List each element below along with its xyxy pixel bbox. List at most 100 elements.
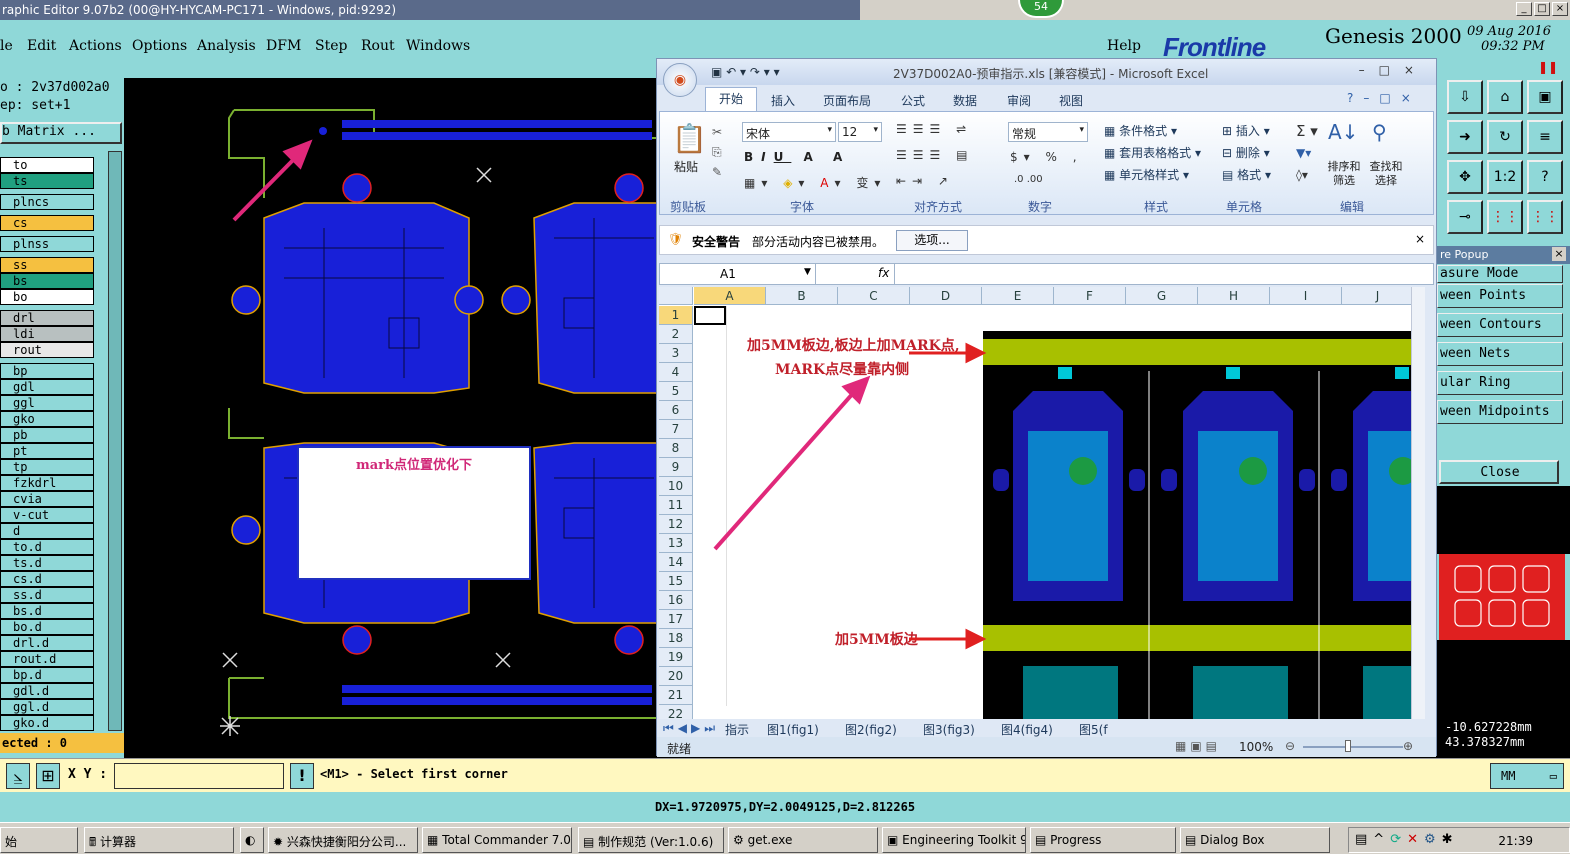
task-item-7[interactable]: ▤ Progress [1030,827,1176,853]
net-icon[interactable]: ⋮⋮ [1527,200,1563,234]
clear-icon[interactable]: ◊▾ [1296,168,1308,182]
border-fill-icons[interactable]: ▦▾ ◈▾ A▾ 变▾ [744,174,886,191]
popup-close-button[interactable]: Close [1439,460,1559,484]
layer-tp[interactable]: tp [0,459,94,475]
excel-window-controls[interactable]: –□× [1359,63,1428,77]
layer-ggl[interactable]: ggl [0,395,94,411]
sheet-tab-5[interactable]: 图5(f [1079,721,1108,738]
menu-actions[interactable]: Actions [69,38,122,54]
conditional-format-button[interactable]: ▦ 条件格式 ▾ [1104,122,1177,139]
decimal-icons[interactable]: .0 .00 [1014,174,1043,185]
sheet-tab-4[interactable]: 图4(fig4) [1001,721,1053,738]
mode-points[interactable]: ween Points [1437,284,1563,308]
task-item-0[interactable]: 🖩 计算器 [84,827,234,853]
menu-rout[interactable]: Rout [361,38,395,54]
layer-scrollbar[interactable] [108,151,122,731]
layer-v-cut[interactable]: v-cut [0,507,94,523]
pan-icon[interactable]: ✥ [1447,160,1483,194]
help-icon[interactable]: ? [1527,160,1563,194]
menu-edit[interactable]: Edit [27,38,56,54]
measure-tool-icon[interactable]: ⦥ [6,763,30,789]
mode-nets[interactable]: ween Nets [1437,342,1563,366]
tab-review[interactable]: 审阅 [1007,92,1031,109]
layer-gdl[interactable]: gdl [0,379,94,395]
security-options-button[interactable]: 选项... [896,230,968,251]
layer-drl-d[interactable]: drl.d [0,635,94,651]
mode-annular-ring[interactable]: ular Ring [1437,371,1563,395]
layer-cvia[interactable]: cvia [0,491,94,507]
layer-cs-d[interactable]: cs.d [0,571,94,587]
layer-bp-d[interactable]: bp.d [0,667,94,683]
number-style-icons[interactable]: $▾ % , [1010,150,1083,164]
zoom-thumb[interactable] [1345,740,1351,752]
layer-ss-d[interactable]: ss.d [0,587,94,603]
task-item-6[interactable]: ▣ Engineering Toolkit 9.0... [882,827,1026,853]
table-format-button[interactable]: ▦ 套用表格格式 ▾ [1104,144,1201,161]
start-button[interactable]: 始 [0,827,78,853]
layer-drl[interactable]: drl [0,310,94,326]
ribbon-help-icons[interactable]: ?–□× [1347,91,1421,105]
office-button[interactable]: ◉ [663,63,697,97]
layer-bp[interactable]: bp [0,363,94,379]
quick-access-icons[interactable]: ▣ ↶ ▾ ↷ ▾ ▾ [711,65,780,79]
task-item-1[interactable]: ◐ [240,827,264,853]
layer-to-d[interactable]: to.d [0,539,94,555]
drill-icon[interactable]: ⋮⋮ [1487,200,1523,234]
layer-fzkdrl[interactable]: fzkdrl [0,475,94,491]
layer-plncs[interactable]: plncs [0,194,94,210]
mode-contours[interactable]: ween Contours [1437,313,1563,337]
find-select-button[interactable]: 查找和选择 [1366,160,1406,188]
sheet-tab-1[interactable]: 图1(fig1) [767,721,819,738]
layer-bs[interactable]: bs [0,273,94,289]
view-buttons[interactable]: ▦▣▤ [1175,739,1221,753]
layer-to[interactable]: to [0,157,94,173]
sheet-tab-3[interactable]: 图3(fig3) [923,721,975,738]
sort-icon[interactable]: A↓ [1328,120,1358,144]
layer-plnss[interactable]: plnss [0,236,94,252]
sort-filter-button[interactable]: 排序和筛选 [1324,160,1364,188]
mode-midpoints[interactable]: ween Midpoints [1437,400,1563,424]
layer-gdl-d[interactable]: gdl.d [0,683,94,699]
name-box[interactable]: A1 [660,264,816,284]
spreadsheet-grid[interactable]: ABCDEFGHIJ 1 2 3 4 5 6 7 8 9 10 11 12 13 14 15 16 17 18 19… [659,287,1425,719]
task-item-2[interactable]: ✹ 兴森快捷衡阳分公司... [268,827,418,853]
zoom-out-icon[interactable]: ⊖ [1285,739,1295,753]
layer-cs[interactable]: cs [0,215,94,231]
layers-icon[interactable]: ≡ [1527,120,1563,154]
cut-copy-icons[interactable]: ✂ ⎘ ✎ [712,122,722,182]
task-item-3[interactable]: ▦ Total Commander 7.0 ... [422,827,572,853]
fill-icon[interactable]: ▼▾ [1296,146,1311,160]
layer-ts[interactable]: ts [0,173,94,189]
sheet-tab-0[interactable]: 指示 [725,721,749,738]
tab-data[interactable]: 数据 [953,92,977,109]
insert-cells-button[interactable]: ⊞ 插入 ▾ [1222,122,1270,139]
layer-ts-d[interactable]: ts.d [0,555,94,571]
delete-cells-button[interactable]: ⊟ 删除 ▾ [1222,144,1270,161]
layer-rout[interactable]: rout [0,342,94,358]
layer-rout-d[interactable]: rout.d [0,651,94,667]
warning-icon[interactable]: ! [290,763,314,789]
sheet-nav-icons[interactable]: ⏮◀▶⏭ [663,721,719,736]
matrix-button[interactable]: b Matrix ... [0,122,122,144]
layer-pb[interactable]: pb [0,427,94,443]
menu-help[interactable]: Help [1107,38,1141,54]
tab-formulas[interactable]: 公式 [901,92,925,109]
tab-insert[interactable]: 插入 [771,92,795,109]
menu-dfm[interactable]: DFM [266,38,301,54]
minimize-button[interactable]: _ [1516,2,1532,16]
layer-bs-d[interactable]: bs.d [0,603,94,619]
paste-icon[interactable]: 📋 [672,122,707,155]
layer-ldi[interactable]: ldi [0,326,94,342]
task-item-8[interactable]: ▤ Dialog Box [1180,827,1330,853]
zoom-slider[interactable] [1303,746,1403,748]
font-style-buttons[interactable]: BIU A A [744,150,850,164]
fit-icon[interactable]: ▣ [1527,80,1563,114]
layer-gko[interactable]: gko [0,411,94,427]
number-format-select[interactable]: 常规 ▾ [1008,122,1088,142]
measure-icon[interactable]: ⊸ [1447,200,1483,234]
format-cells-button[interactable]: ▤ 格式 ▾ [1222,166,1271,183]
align-icons-top[interactable]: ☰☰☰ ⇌ [896,122,972,136]
tray-icons[interactable]: ▤^⟳✕⚙✱ [1355,832,1459,847]
cell-style-button[interactable]: ▦ 单元格样式 ▾ [1104,166,1189,183]
indent-icons[interactable]: ⇤⇥ ↗ [896,174,954,188]
